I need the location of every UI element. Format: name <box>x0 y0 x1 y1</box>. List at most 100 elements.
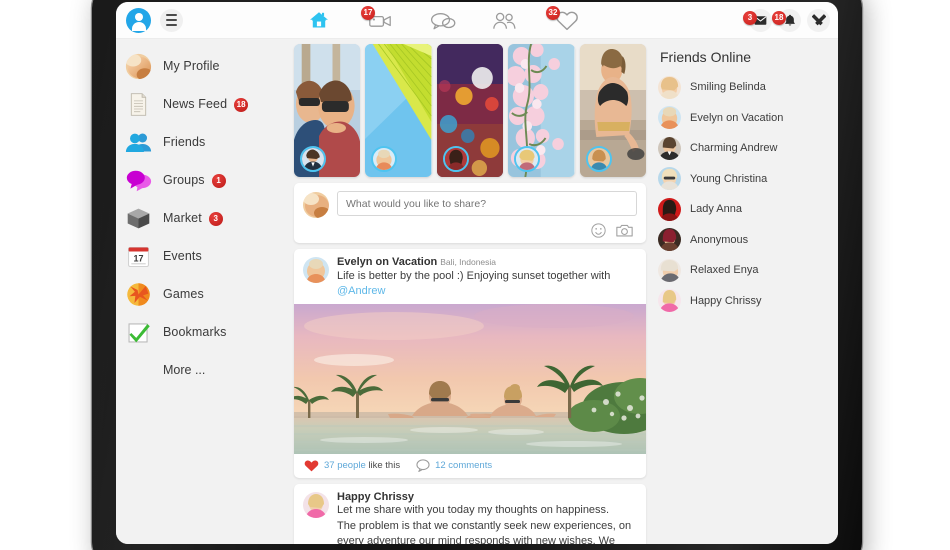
sidebar-item-market[interactable]: Market 3 <box>116 199 289 237</box>
friend-online-item[interactable]: Young Christina <box>658 164 838 195</box>
sidebar-item-groups[interactable]: Groups 1 <box>116 161 289 199</box>
sidebar-badge: 3 <box>208 211 223 226</box>
friend-online-item[interactable]: Lady Anna <box>658 194 838 225</box>
nav-video-button[interactable]: 17 <box>350 2 412 39</box>
tools-icon <box>811 13 826 25</box>
avatar <box>658 167 681 191</box>
avatar <box>658 197 681 221</box>
friends-online-panel: Friends Online Smiling Belinda Evelyn on… <box>649 39 838 544</box>
topbar-right-group: 3 18 <box>743 2 830 39</box>
sidebar-item-my-profile[interactable]: My Profile <box>116 47 289 85</box>
friend-online-item[interactable]: Smiling Belinda <box>658 72 838 103</box>
post-line-2: The problem is that we constantly seek n… <box>337 519 632 545</box>
friend-online-item[interactable]: Happy Chrissy <box>658 286 838 317</box>
sidebar-item-bookmarks[interactable]: Bookmarks <box>116 313 289 351</box>
main-body: My Profile News Feed 18 Friends Groups 1… <box>116 39 838 544</box>
topbar-center-group: 17 32 <box>288 2 598 39</box>
post-avatar[interactable] <box>303 492 329 518</box>
friend-online-item[interactable]: Anonymous <box>658 225 838 256</box>
sidebar-badge: 1 <box>211 173 226 188</box>
notifications-button[interactable]: 18 <box>772 9 801 32</box>
friend-online-item[interactable]: Relaxed Enya <box>658 255 838 286</box>
composer-avatar <box>303 192 329 218</box>
friend-name: Charming Andrew <box>690 142 778 155</box>
sidebar-label: Bookmarks <box>163 325 227 339</box>
settings-button[interactable] <box>807 9 830 32</box>
stories-strip <box>294 44 647 177</box>
screenshot-root: 17 32 3 18 My Profile News Feed 18 Frien… <box>0 0 950 550</box>
nav-likes-button[interactable]: 32 <box>536 2 598 39</box>
sidebar-badge: 18 <box>234 97 249 112</box>
share-input[interactable] <box>337 191 637 216</box>
sidebar-navigation: My Profile News Feed 18 Friends Groups 1… <box>116 39 289 544</box>
speech-bubbles-icon <box>125 167 152 194</box>
smiley-icon[interactable] <box>591 223 606 238</box>
friend-name: Young Christina <box>690 172 768 185</box>
friend-online-item[interactable]: Evelyn on Vacation <box>658 103 838 134</box>
likes-text: 37 people like this <box>324 460 401 471</box>
mail-badge: 3 <box>743 11 757 25</box>
nav-home-button[interactable] <box>288 2 350 39</box>
sidebar-label: My Profile <box>163 59 220 73</box>
home-icon <box>310 12 328 28</box>
post-header-text: Evelyn on Vacation Bali, Indonesia Life i… <box>337 256 637 299</box>
story-palm-leaf[interactable] <box>365 44 432 177</box>
menu-icon[interactable] <box>160 8 183 32</box>
profile-photo-icon <box>125 53 152 80</box>
composer-tools <box>303 223 637 238</box>
post-text-block: Happy Chrissy Let me share with you toda… <box>337 491 637 544</box>
post-actions: 37 people like this 12 comments <box>294 454 646 478</box>
comments-text: 12 comments <box>435 460 493 471</box>
comment-bubble-icon <box>416 459 430 472</box>
post-line-1: Let me share with you today my thoughts … <box>337 504 610 516</box>
nav-friends-button[interactable] <box>474 2 536 39</box>
post-text: Life is better by the pool :) Enjoying s… <box>337 270 611 297</box>
sidebar-label: Friends <box>163 135 206 149</box>
top-navigation-bar: 17 32 3 18 <box>116 2 838 39</box>
post-evelyn: Evelyn on Vacation Bali, Indonesia Life i… <box>294 249 646 478</box>
friend-online-item[interactable]: Charming Andrew <box>658 133 838 164</box>
friends-online-title: Friends Online <box>660 49 752 65</box>
sidebar-item-news-feed[interactable]: News Feed 18 <box>116 85 289 123</box>
sidebar-item-events[interactable]: 17 Events <box>116 237 289 275</box>
friend-name: Smiling Belinda <box>690 81 766 94</box>
post-mention[interactable]: @Andrew <box>337 285 385 297</box>
composer-row <box>303 191 637 218</box>
chat-bubbles-icon <box>430 12 456 29</box>
story-bokeh-lights[interactable] <box>436 44 504 177</box>
camera-icon[interactable] <box>616 223 633 238</box>
story-avatar <box>585 146 612 172</box>
story-beach-woman[interactable] <box>579 44 647 177</box>
notifications-badge: 18 <box>772 11 786 25</box>
friend-name: Happy Chrissy <box>690 294 762 307</box>
post-location: Bali, Indonesia <box>440 257 497 267</box>
post-header: Evelyn on Vacation Bali, Indonesia Life i… <box>294 249 646 304</box>
sidebar-item-more[interactable]: More ... <box>116 351 289 389</box>
avatar <box>658 106 681 130</box>
friend-name: Lady Anna <box>690 203 742 216</box>
user-avatar[interactable] <box>126 7 151 33</box>
post-body: Happy Chrissy Let me share with you toda… <box>294 484 646 544</box>
nav-messages-button[interactable] <box>412 2 474 39</box>
sidebar-label: Games <box>163 287 204 301</box>
box-icon <box>125 205 152 232</box>
sidebar-item-friends[interactable]: Friends <box>116 123 289 161</box>
story-couple-sunglasses[interactable] <box>294 44 361 177</box>
video-badge: 17 <box>361 6 375 20</box>
post-author: Evelyn on Vacation Bali, Indonesia <box>337 256 497 268</box>
story-cherry-blossom[interactable] <box>508 44 575 177</box>
mail-button[interactable]: 3 <box>743 9 772 32</box>
comments-action[interactable]: 12 comments <box>416 459 492 472</box>
post-avatar[interactable] <box>303 257 329 283</box>
likes-badge: 32 <box>546 6 560 20</box>
tablet-screen: 17 32 3 18 My Profile News Feed 18 Frien… <box>116 2 838 544</box>
sidebar-label: Groups 1 <box>163 173 226 188</box>
avatar <box>658 75 681 99</box>
story-avatar <box>442 146 469 172</box>
post-image[interactable] <box>294 304 646 454</box>
likes-action[interactable]: 37 people like this <box>304 459 400 472</box>
sidebar-label: Events <box>163 249 202 263</box>
sidebar-item-games[interactable]: Games <box>116 275 289 313</box>
post-author: Happy Chrissy <box>337 491 415 503</box>
calendar-icon: 17 <box>125 243 152 270</box>
